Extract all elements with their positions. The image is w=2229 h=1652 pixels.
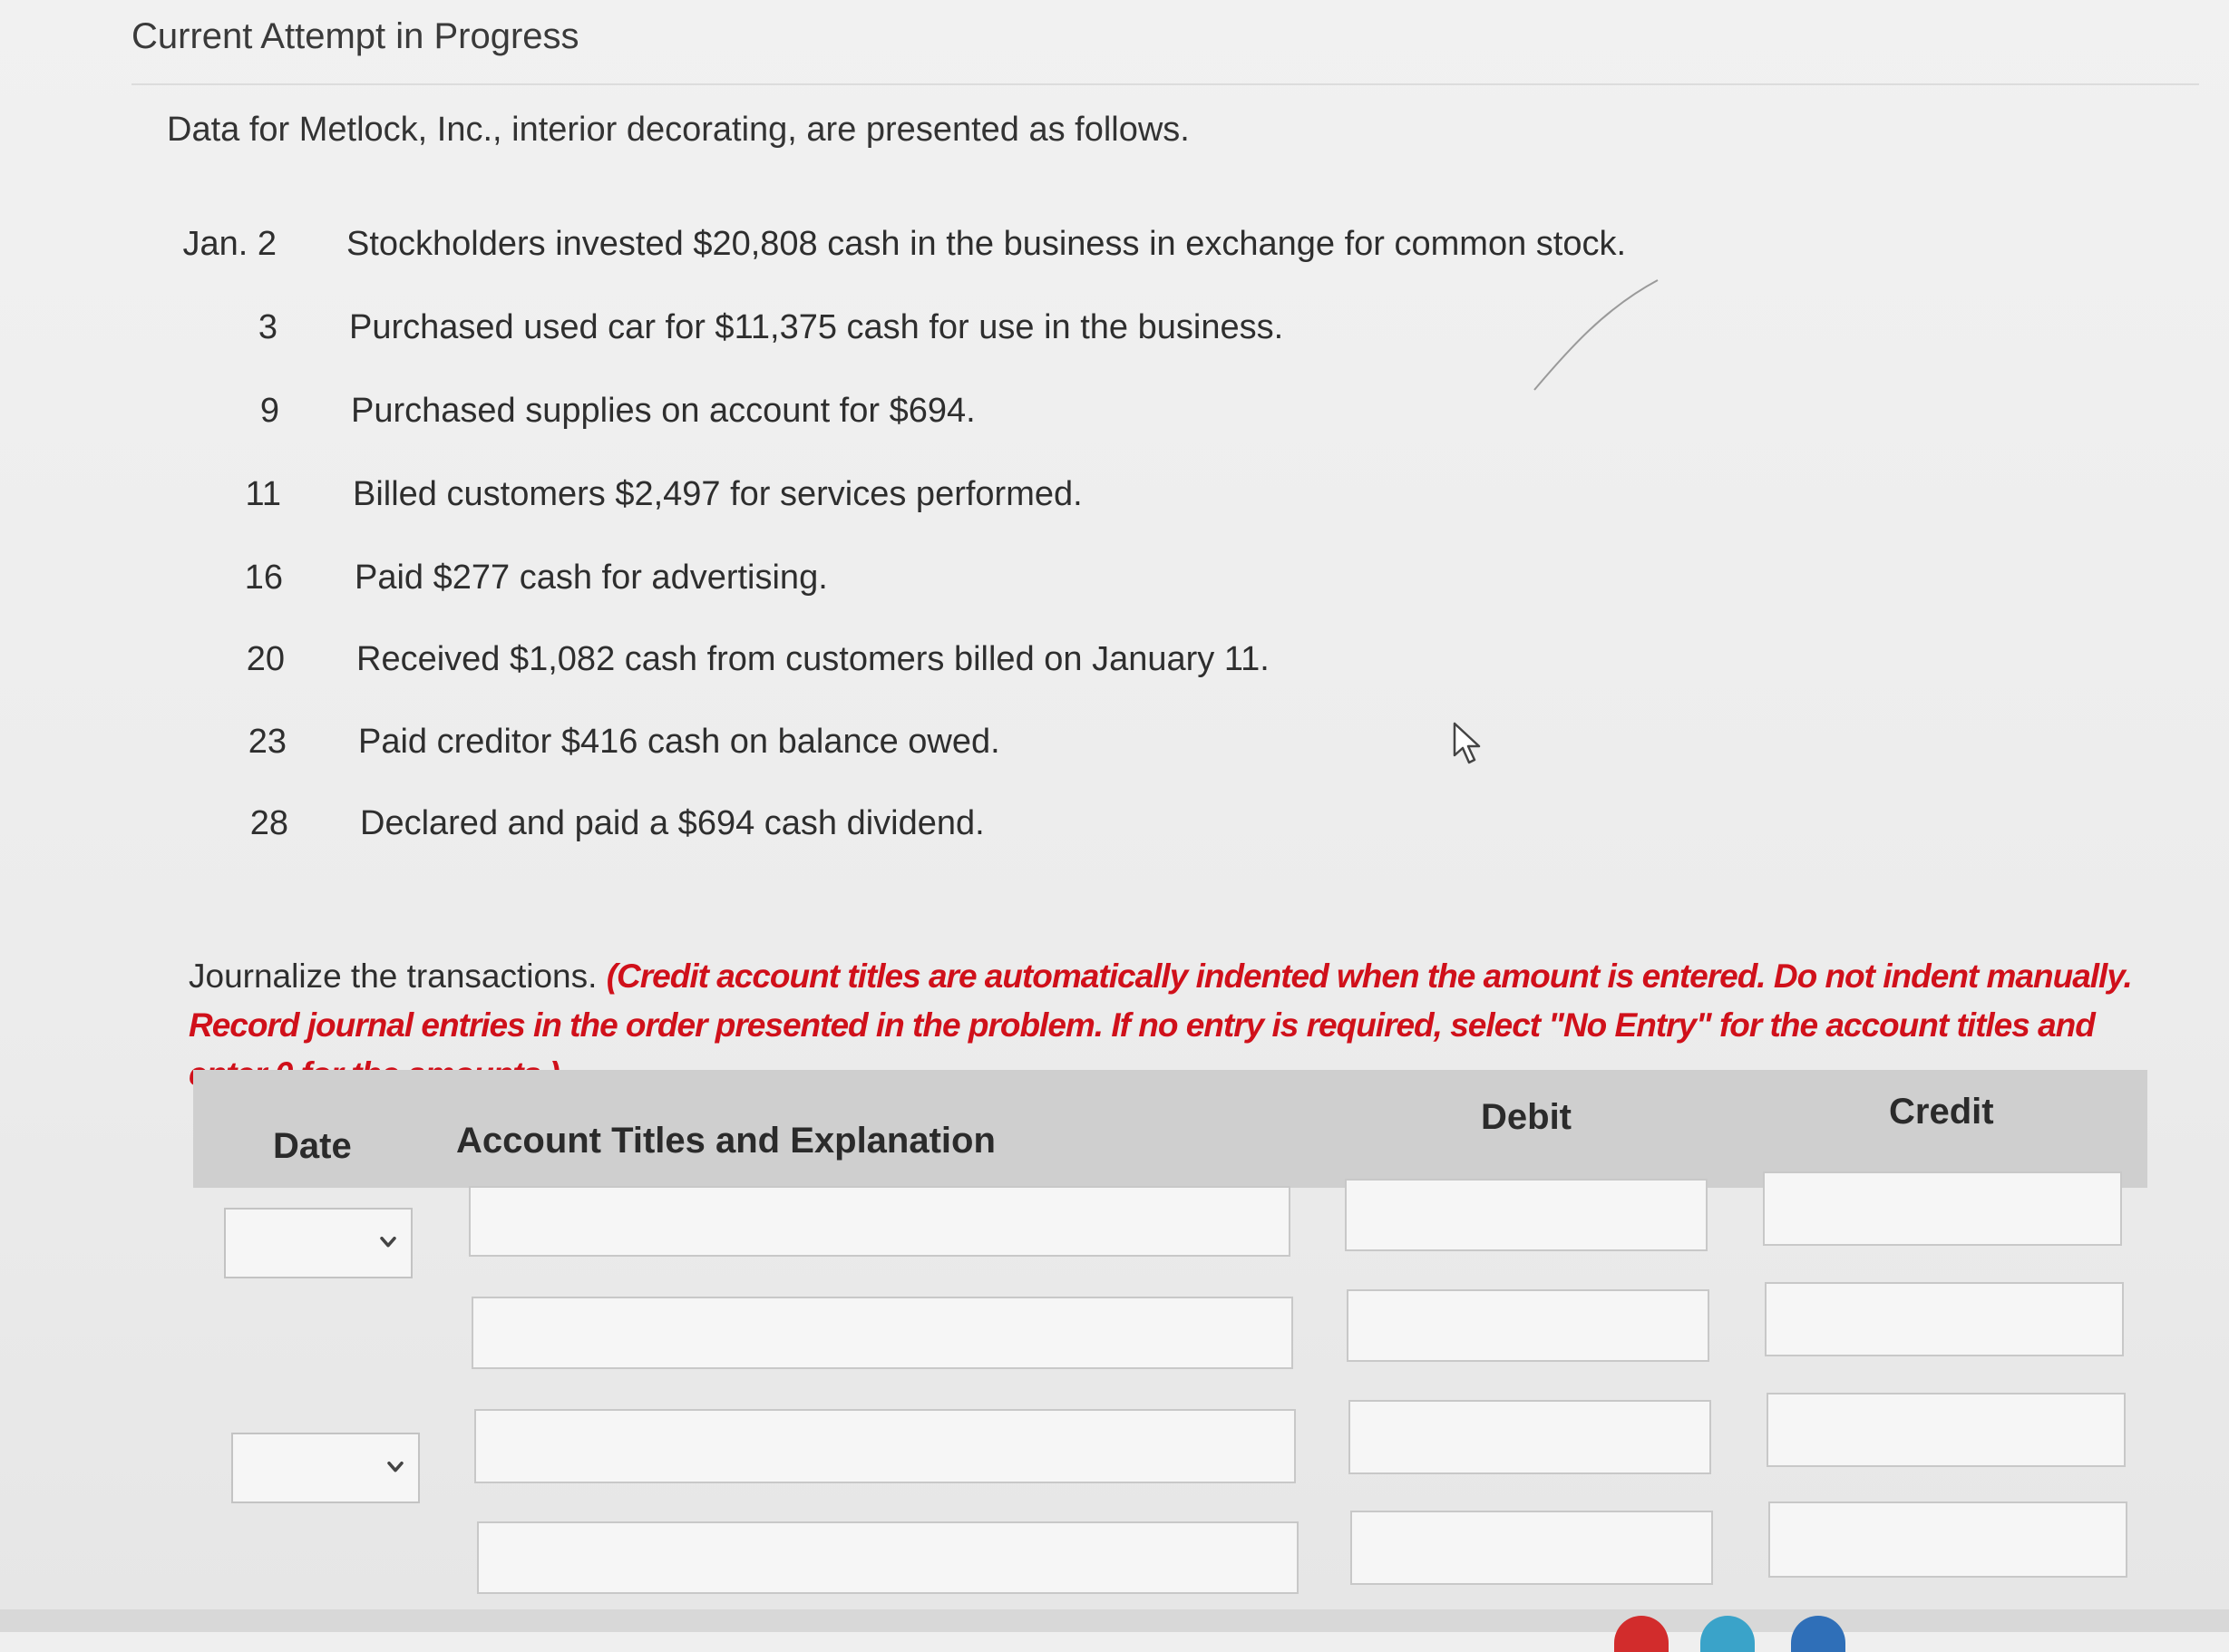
column-header-account: Account Titles and Explanation [456, 1121, 996, 1161]
transaction-description: Purchased used car for $11,375 cash for … [349, 308, 1284, 346]
divider [131, 83, 2199, 85]
credit-input[interactable] [1765, 1282, 2124, 1356]
transaction-description: Purchased supplies on account for $694. [351, 392, 976, 430]
problem-intro: Data for Metlock, Inc., interior decorat… [167, 111, 1190, 149]
date-select[interactable] [231, 1433, 420, 1503]
account-title-input[interactable] [474, 1409, 1296, 1483]
transaction-date: 11 [245, 475, 281, 513]
transaction-date: Jan. 2 [182, 225, 277, 263]
transaction-date: 28 [249, 804, 288, 842]
column-header-date: Date [273, 1126, 352, 1166]
account-title-input[interactable] [469, 1186, 1290, 1257]
transaction-date: 23 [248, 723, 287, 761]
debit-input[interactable] [1345, 1179, 1708, 1251]
column-header-debit: Debit [1481, 1097, 1572, 1137]
column-header-credit: Credit [1889, 1092, 1994, 1132]
debit-input[interactable] [1350, 1511, 1713, 1585]
transaction-date: 16 [244, 559, 283, 597]
mouse-pointer-icon [1453, 722, 1481, 764]
debit-input[interactable] [1347, 1289, 1709, 1362]
chevron-down-icon [387, 1461, 404, 1472]
screen-mark [1533, 279, 1659, 391]
chevron-down-icon [380, 1236, 396, 1248]
transaction-description: Received $1,082 cash from customers bill… [356, 640, 1270, 678]
account-title-input[interactable] [472, 1297, 1293, 1369]
instructions-lead: Journalize the transactions. [189, 957, 607, 995]
debit-input[interactable] [1348, 1400, 1711, 1474]
transaction-description: Billed customers $2,497 for services per… [353, 475, 1083, 513]
transaction-date: 9 [259, 392, 279, 430]
transaction-date: 20 [246, 640, 285, 678]
transaction-description: Paid $277 cash for advertising. [355, 559, 828, 597]
page-title: Current Attempt in Progress [131, 16, 579, 56]
credit-input[interactable] [1767, 1393, 2126, 1467]
account-title-input[interactable] [477, 1521, 1299, 1594]
transaction-description: Declared and paid a $694 cash dividend. [360, 804, 985, 842]
transaction-date: 3 [258, 308, 277, 346]
date-select[interactable] [224, 1208, 413, 1278]
credit-input[interactable] [1768, 1501, 2127, 1578]
taskbar-edge [0, 1609, 2229, 1632]
transaction-description: Stockholders invested $20,808 cash in th… [346, 225, 1627, 263]
page: Current Attempt in Progress Data for Met… [0, 0, 2229, 1652]
transaction-description: Paid creditor $416 cash on balance owed. [358, 723, 1000, 761]
journal-table-header: Date Account Titles and Explanation Debi… [193, 1070, 2147, 1188]
credit-input[interactable] [1763, 1171, 2122, 1246]
